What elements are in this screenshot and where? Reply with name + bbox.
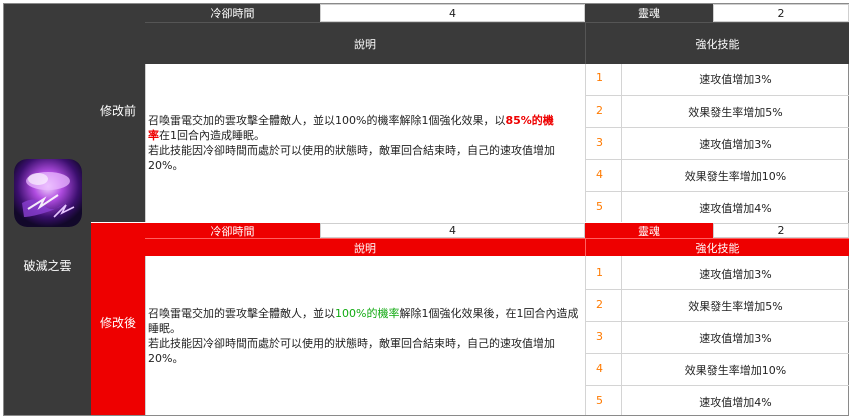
enhance-level: 5 xyxy=(596,200,603,213)
enhance-level: 1 xyxy=(596,266,603,279)
skill-name: 破滅之雲 xyxy=(23,259,72,273)
soul-value: 2 xyxy=(713,223,849,238)
enhance-effect: 效果發生率增加5% xyxy=(688,300,783,313)
desc-text: 召喚雷電交加的雲攻擊全體敵人，並以 xyxy=(148,306,335,320)
divider xyxy=(585,321,849,322)
enhance-effect: 速攻值增加3% xyxy=(699,268,772,281)
enhance-level: 3 xyxy=(596,330,603,343)
cooldown-value: 4 xyxy=(320,223,585,238)
divider xyxy=(585,385,849,386)
enhance-level: 4 xyxy=(596,168,603,181)
enhance-level: 3 xyxy=(596,136,603,149)
divider xyxy=(585,159,849,160)
enhance-effect: 速攻值增加3% xyxy=(699,138,772,151)
enhance-header: 強化技能 xyxy=(585,238,849,256)
enhance-level: 2 xyxy=(596,104,603,117)
desc-text: 若此技能因冷卻時間而處於可以使用的狀態時，敵軍回合結束時，自己的速攻值增加20%… xyxy=(148,144,555,172)
skill-column: 破滅之雲 xyxy=(4,4,91,415)
divider xyxy=(585,289,849,290)
divider xyxy=(585,127,849,128)
divider xyxy=(585,256,586,415)
enhance-level: 1 xyxy=(596,71,603,84)
cooldown-value: 4 xyxy=(320,4,585,22)
enhance-effect: 效果發生率增加10% xyxy=(684,170,787,183)
divider xyxy=(585,191,849,192)
enhance-header: 強化技能 xyxy=(585,22,849,64)
cooldown-header: 冷卻時間 xyxy=(145,223,320,238)
description-header: 說明 xyxy=(145,238,585,256)
desc-highlight: 100%的機率 xyxy=(335,306,400,320)
desc-highlight: 率 xyxy=(148,129,159,142)
phase-before-block: 修改前 xyxy=(91,4,145,222)
desc-highlight: 85%的機 xyxy=(505,114,554,127)
enhance-effect: 速攻值增加4% xyxy=(699,202,772,215)
description-header: 說明 xyxy=(145,22,585,64)
divider xyxy=(585,95,849,96)
divider xyxy=(585,64,586,222)
divider xyxy=(585,353,849,354)
phase-before-label: 修改前 xyxy=(99,104,136,118)
soul-value: 2 xyxy=(713,4,849,22)
soul-header: 靈魂 xyxy=(585,223,713,238)
phase-after-label: 修改後 xyxy=(99,316,136,330)
soul-header: 靈魂 xyxy=(585,4,713,22)
enhance-level: 4 xyxy=(596,362,603,375)
enhance-effect: 效果發生率增加10% xyxy=(684,364,787,377)
enhance-level: 2 xyxy=(596,298,603,311)
phase-after-block: 修改後 xyxy=(91,223,145,415)
desc-text: 若此技能因冷卻時間而處於可以使用的狀態時，敵軍回合結束時，自己的速攻值增加20%… xyxy=(148,336,555,365)
cooldown-header: 冷卻時間 xyxy=(145,4,320,22)
desc-text: 在1回合內造成睡眠。 xyxy=(159,129,265,142)
desc-text: 召喚雷電交加的雲攻擊全體敵人，並以100%的機率解除1個強化效果，以 xyxy=(148,114,506,127)
enhance-effect: 效果發生率增加5% xyxy=(688,106,783,119)
purple-storm-cloud-icon xyxy=(14,159,82,227)
enhance-effect: 速攻值增加3% xyxy=(699,332,772,345)
enhance-level: 5 xyxy=(596,394,603,407)
enhance-effect: 速攻值增加4% xyxy=(699,396,772,409)
enhance-effect: 速攻值增加3% xyxy=(699,73,772,86)
description-after: 召喚雷電交加的雲攻擊全體敵人，並以100%的機率解除1個強化效果後，在1回合內造… xyxy=(145,256,585,415)
description-before: 召喚雷電交加的雲攻擊全體敵人，並以100%的機率解除1個強化效果，以85%的機 … xyxy=(145,64,585,222)
